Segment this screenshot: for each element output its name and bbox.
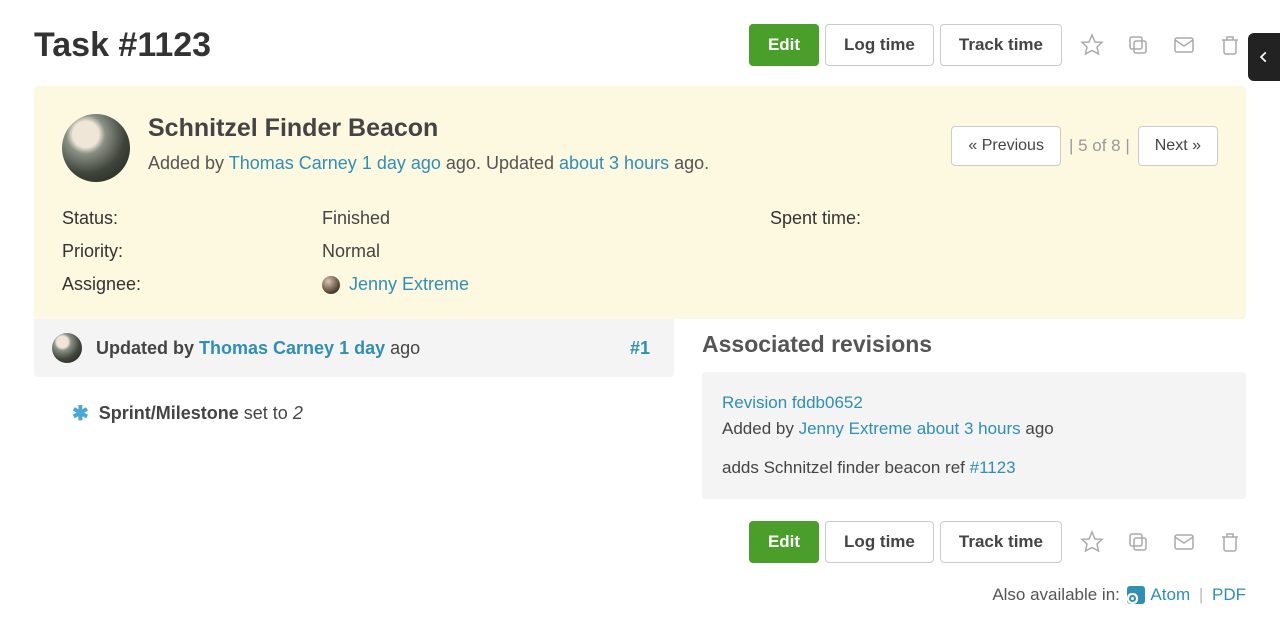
next-button[interactable]: Next » <box>1138 126 1218 166</box>
author-link[interactable]: Thomas Carney 1 day ago <box>229 153 441 173</box>
rev-added-prefix: Added by <box>722 419 799 438</box>
footer-edit-button[interactable]: Edit <box>749 521 819 563</box>
history-time: 1 day <box>339 338 385 358</box>
history-avatar <box>52 333 82 363</box>
assignee-link[interactable]: Jenny Extreme <box>349 274 469 294</box>
footer-copy-icon[interactable] <box>1122 526 1154 558</box>
priority-label: Priority: <box>62 241 322 262</box>
issue-card: Schnitzel Finder Beacon Added by Thomas … <box>34 86 1246 319</box>
track-time-button[interactable]: Track time <box>940 24 1062 66</box>
edit-button[interactable]: Edit <box>749 24 819 66</box>
change-value: 2 <box>293 403 303 423</box>
page-title: Task #1123 <box>34 26 211 65</box>
history-prefix: Updated by <box>96 338 199 358</box>
pdf-link[interactable]: PDF <box>1212 585 1246 604</box>
assignee-avatar <box>322 276 340 294</box>
change-line: ✱ Sprint/Milestone set to 2 <box>72 401 674 426</box>
rev-ref-link[interactable]: #1123 <box>970 458 1016 477</box>
footer-trash-icon[interactable] <box>1214 526 1246 558</box>
issue-subject: Schnitzel Finder Beacon <box>148 114 709 143</box>
issue-attributes: Status: Finished Spent time: Priority: N… <box>62 208 1218 295</box>
header-actions: Edit Log time Track time <box>749 24 1246 66</box>
trash-icon[interactable] <box>1214 29 1246 61</box>
priority-value: Normal <box>322 241 770 262</box>
history-entry-header: Updated by Thomas Carney 1 day ago #1 <box>34 319 674 377</box>
revision-link[interactable]: Revision fddb0652 <box>722 393 863 412</box>
author-avatar <box>62 114 130 182</box>
status-value: Finished <box>322 208 770 229</box>
history-author-link[interactable]: Thomas Carney 1 day <box>199 338 385 358</box>
atom-link[interactable]: Atom <box>1150 585 1190 604</box>
sidebar-toggle[interactable] <box>1248 33 1280 81</box>
assignee-label: Assignee: <box>62 274 322 295</box>
author-time: 1 day ago <box>362 153 441 173</box>
change-field: Sprint/Milestone <box>99 403 239 423</box>
status-label: Status: <box>62 208 322 229</box>
prev-button[interactable]: « Previous <box>951 126 1061 166</box>
rev-time-link[interactable]: about 3 hours <box>917 419 1021 438</box>
pager: « Previous | 5 of 8 | Next » <box>951 126 1218 166</box>
footer-track-time-button[interactable]: Track time <box>940 521 1062 563</box>
available-prefix: Also available in: <box>992 585 1124 604</box>
history-author: Thomas Carney <box>199 338 334 358</box>
star-icon[interactable] <box>1076 29 1108 61</box>
rev-suffix: ago <box>1021 419 1054 438</box>
updated-time-link[interactable]: about 3 hours <box>559 153 669 173</box>
rev-author-link[interactable]: Jenny Extreme <box>799 419 912 438</box>
pager-count: | 5 of 8 | <box>1069 136 1130 156</box>
meta-added-prefix: Added by <box>148 153 229 173</box>
rev-msg-prefix: adds Schnitzel finder beacon ref <box>722 458 970 477</box>
meta-added-suffix: ago. Updated <box>441 153 559 173</box>
available-in: Also available in: Atom | PDF <box>0 585 1246 605</box>
history-text: Updated by Thomas Carney 1 day ago <box>96 338 420 359</box>
log-time-button[interactable]: Log time <box>825 24 934 66</box>
meta-updated-suffix: ago. <box>669 153 709 173</box>
footer-mail-icon[interactable] <box>1168 526 1200 558</box>
history-suffix: ago <box>385 338 420 358</box>
issue-meta: Added by Thomas Carney 1 day ago ago. Up… <box>148 153 709 174</box>
footer-actions: Edit Log time Track time <box>0 521 1246 563</box>
footer-star-icon[interactable] <box>1076 526 1108 558</box>
copy-icon[interactable] <box>1122 29 1154 61</box>
history-number[interactable]: #1 <box>630 338 650 359</box>
footer-log-time-button[interactable]: Log time <box>825 521 934 563</box>
author-name: Thomas Carney <box>229 153 357 173</box>
change-text: set to <box>239 403 293 423</box>
revision-box: Revision fddb0652 Added by Jenny Extreme… <box>702 372 1246 499</box>
spent-time-label: Spent time: <box>770 208 1218 229</box>
asterisk-icon: ✱ <box>72 401 89 426</box>
feed-icon <box>1127 586 1145 604</box>
associated-revisions-title: Associated revisions <box>702 331 1246 358</box>
mail-icon[interactable] <box>1168 29 1200 61</box>
assignee-cell: Jenny Extreme <box>322 274 770 295</box>
divider: | <box>1199 585 1203 604</box>
